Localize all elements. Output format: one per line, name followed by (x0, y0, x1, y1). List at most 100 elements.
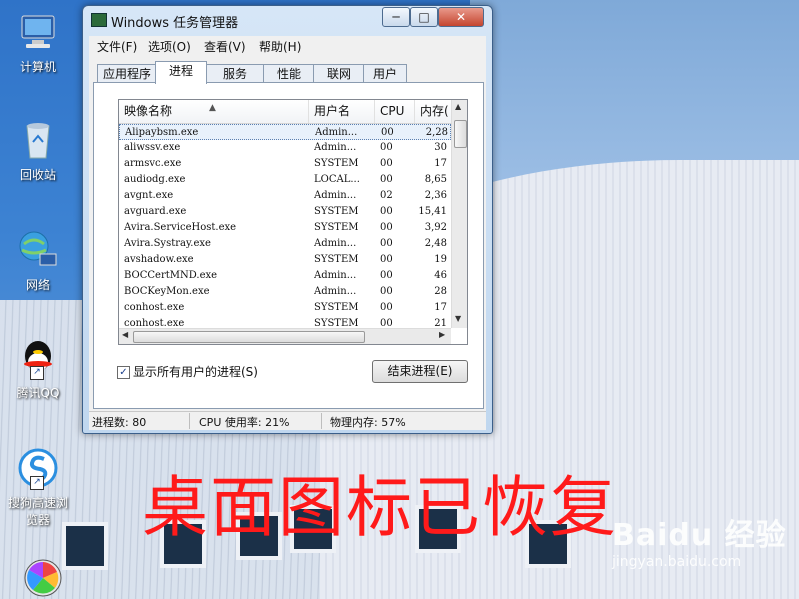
process-cpu-cell: 00 (380, 302, 393, 313)
process-user-cell: Admin... (315, 127, 358, 138)
process-row[interactable]: avguard.exe SYSTEM 00 15,41 (119, 204, 451, 220)
close-button[interactable]: ✕ (438, 7, 484, 27)
color-wheel-icon (21, 556, 65, 599)
computer-icon (16, 10, 60, 54)
maximize-button[interactable]: □ (410, 7, 438, 27)
process-memory-cell: 30 (434, 142, 447, 153)
sort-caret-icon: ▲ (209, 103, 216, 113)
process-cpu-cell: 00 (380, 238, 393, 249)
process-row[interactable]: audiodg.exe LOCAL... 00 8,65 (119, 172, 451, 188)
desktop-icon-recycle-bin[interactable]: 回收站 (3, 118, 73, 183)
status-bar: 进程数: 80 CPU 使用率: 21% 物理内存: 57% (89, 411, 486, 430)
column-memory[interactable]: 内存( (415, 100, 451, 123)
process-row[interactable]: avgnt.exe Admin... 02 2,36 (119, 188, 451, 204)
process-user-cell: LOCAL... (314, 174, 360, 185)
column-image-name[interactable]: ▲ 映像名称 (119, 100, 309, 123)
process-name-cell: conhost.exe (124, 302, 185, 313)
recycle-bin-icon (16, 118, 60, 162)
minimize-button[interactable]: ─ (382, 7, 410, 27)
process-memory-cell: 2,28 (425, 127, 448, 138)
status-separator (321, 413, 322, 429)
desktop-icon-label: 回收站 (19, 168, 56, 182)
qq-icon: ↗ (16, 336, 60, 380)
shortcut-arrow-icon: ↗ (30, 366, 44, 380)
scroll-down-icon[interactable]: ▼ (455, 314, 461, 323)
process-name-cell: BOCKeyMon.exe (124, 286, 210, 297)
process-user-cell: SYSTEM (314, 222, 359, 233)
task-manager-window: Windows 任务管理器 ─ □ ✕ 文件(F) 选项(O) 查看(V) 帮助… (82, 5, 493, 434)
desktop-icon-qq[interactable]: ↗ 腾讯QQ (3, 336, 73, 401)
show-all-users-label[interactable]: 显示所有用户的进程(S) (133, 363, 258, 380)
process-user-cell: Admin... (314, 270, 357, 281)
menu-help[interactable]: 帮助(H) (259, 38, 301, 55)
process-row[interactable]: armsvc.exe SYSTEM 00 17 (119, 156, 451, 172)
menu-file[interactable]: 文件(F) (97, 38, 137, 55)
process-row[interactable]: conhost.exe SYSTEM 00 17 (119, 300, 451, 316)
process-list[interactable]: ▲ 映像名称 用户名 CPU 内存( Alipaybsm.exe Admin...… (118, 99, 468, 345)
status-cpu-usage: CPU 使用率: 21% (199, 416, 290, 429)
tab-processes[interactable]: 进程 (155, 61, 207, 84)
watermark-brand: Baidu 经验 (612, 518, 787, 553)
process-name-cell: armsvc.exe (124, 158, 182, 169)
status-process-count: 进程数: 80 (92, 416, 147, 429)
process-memory-cell: 17 (434, 302, 447, 313)
menu-bar: 文件(F) 选项(O) 查看(V) 帮助(H) (89, 36, 486, 56)
process-memory-cell: 2,36 (424, 190, 447, 201)
process-list-header: ▲ 映像名称 用户名 CPU 内存( (119, 100, 451, 124)
status-physical-memory: 物理内存: 57% (330, 416, 406, 429)
process-row[interactable]: BOCCertMND.exe Admin... 00 46 (119, 268, 451, 284)
process-memory-cell: 8,65 (424, 174, 447, 185)
desktop: 计算机 回收站 网络 ↗ 腾讯QQ ↗ 搜狗高速浏览器 桌面图标已恢复 Baid… (0, 0, 799, 599)
status-separator (189, 413, 190, 429)
process-row[interactable]: BOCKeyMon.exe Admin... 00 28 (119, 284, 451, 300)
title-bar[interactable]: Windows 任务管理器 ─ □ ✕ (83, 6, 492, 34)
vertical-scrollbar[interactable]: ▲ ▼ (451, 100, 467, 328)
tab-networking[interactable]: 联网 (313, 64, 365, 83)
process-memory-cell: 46 (434, 270, 447, 281)
task-manager-icon (91, 13, 107, 27)
process-cpu-cell: 00 (381, 127, 394, 138)
process-row[interactable]: Avira.ServiceHost.exe SYSTEM 00 3,92 (119, 220, 451, 236)
column-user-name[interactable]: 用户名 (309, 100, 375, 123)
processes-panel: ▲ 映像名称 用户名 CPU 内存( Alipaybsm.exe Admin...… (93, 82, 484, 409)
network-icon (16, 228, 60, 272)
horizontal-scrollbar[interactable]: ◀ ▶ (119, 328, 451, 344)
process-name-cell: Alipaybsm.exe (125, 127, 199, 138)
process-cpu-cell: 00 (380, 142, 393, 153)
tab-users[interactable]: 用户 (363, 64, 407, 83)
tab-performance[interactable]: 性能 (263, 64, 315, 83)
desktop-icon-label: 搜狗高速浏览器 (7, 496, 68, 527)
desktop-icon-network[interactable]: 网络 (3, 228, 73, 293)
process-row[interactable]: Alipaybsm.exe Admin... 00 2,28 (119, 124, 451, 140)
process-row[interactable]: Avira.Systray.exe Admin... 00 2,48 (119, 236, 451, 252)
scroll-right-icon[interactable]: ▶ (439, 330, 445, 339)
desktop-icon-browser[interactable]: ↗ 搜狗高速浏览器 (3, 446, 73, 528)
desktop-icon-label: 腾讯QQ (16, 386, 60, 400)
vertical-scroll-thumb[interactable] (454, 120, 467, 148)
process-name-cell: Avira.ServiceHost.exe (124, 222, 237, 233)
process-name-cell: Avira.Systray.exe (124, 238, 211, 249)
desktop-icon-partial[interactable] (8, 556, 78, 599)
horizontal-scroll-thumb[interactable] (133, 331, 365, 343)
desktop-icon-computer[interactable]: 计算机 (3, 10, 73, 75)
tab-services[interactable]: 服务 (205, 64, 265, 83)
process-user-cell: SYSTEM (314, 302, 359, 313)
show-all-users-checkbox[interactable]: ✓ (117, 366, 130, 379)
process-user-cell: Admin... (314, 190, 357, 201)
baidu-watermark: Baidu 经验 jingyan.baidu.com (612, 510, 787, 570)
process-cpu-cell: 00 (380, 206, 393, 217)
scroll-up-icon[interactable]: ▲ (455, 102, 461, 111)
column-cpu[interactable]: CPU (375, 100, 415, 123)
process-memory-cell: 15,41 (418, 206, 447, 217)
process-row[interactable]: avshadow.exe SYSTEM 00 19 (119, 252, 451, 268)
process-row[interactable]: aliwssv.exe Admin... 00 30 (119, 140, 451, 156)
end-process-button[interactable]: 结束进程(E) (372, 360, 468, 383)
process-memory-cell: 2,48 (424, 238, 447, 249)
process-name-cell: avshadow.exe (124, 254, 194, 265)
tab-applications[interactable]: 应用程序 (97, 64, 157, 83)
process-name-cell: BOCCertMND.exe (124, 270, 218, 281)
browser-icon: ↗ (16, 446, 60, 490)
menu-options[interactable]: 选项(O) (148, 38, 191, 55)
menu-view[interactable]: 查看(V) (204, 38, 246, 55)
scroll-left-icon[interactable]: ◀ (122, 330, 128, 339)
